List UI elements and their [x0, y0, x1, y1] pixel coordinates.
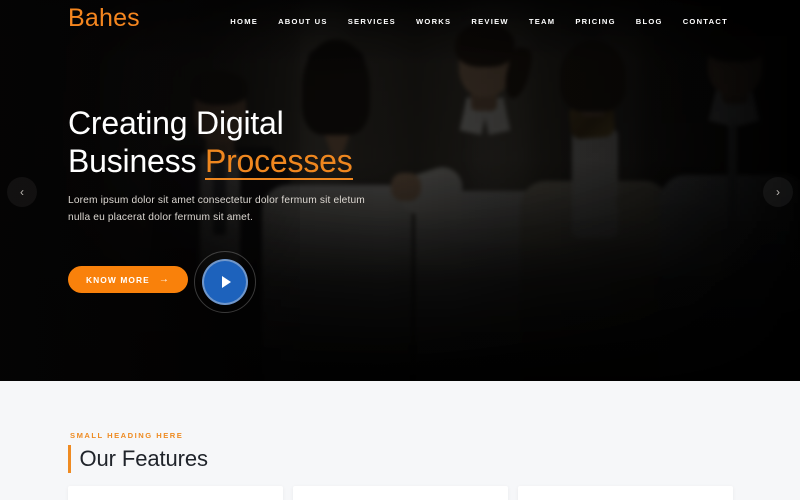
hero-paragraph: Lorem ipsum dolor sit amet consectetur d…	[68, 194, 365, 223]
hero-content: Creating Digital Business Processes Lore…	[68, 104, 408, 313]
slider-next-button[interactable]: ›	[763, 177, 793, 207]
hero-cta-row: KNOW MORE →	[68, 247, 408, 313]
nav-item-review[interactable]: REVIEW	[461, 17, 518, 26]
page-root: Bahes HOME ABOUT US SERVICES WORKS REVIE…	[0, 0, 800, 500]
feature-card-2[interactable]	[292, 486, 508, 500]
nav-item-contact[interactable]: CONTACT	[673, 17, 738, 26]
know-more-label: KNOW MORE	[86, 274, 150, 285]
chevron-left-icon: ‹	[20, 185, 24, 199]
slider-prev-button[interactable]: ‹	[7, 177, 37, 207]
site-logo[interactable]: Bahes	[68, 6, 140, 31]
play-video-button[interactable]	[201, 258, 248, 305]
nav-item-team[interactable]: TEAM	[519, 17, 566, 26]
nav-menu: HOME ABOUT US SERVICES WORKS REVIEW TEAM…	[220, 17, 738, 26]
chevron-right-icon: ›	[776, 185, 780, 199]
arrow-right-icon: →	[158, 273, 170, 285]
hero-section: Bahes HOME ABOUT US SERVICES WORKS REVIE…	[0, 0, 800, 381]
nav-item-about-us[interactable]: ABOUT US	[268, 17, 338, 26]
hero-heading-line2-prefix: Business	[68, 143, 205, 180]
features-title: Our Features	[79, 446, 209, 471]
nav-item-blog[interactable]: BLOG	[626, 17, 673, 26]
feature-card-1[interactable]	[67, 486, 283, 500]
nav-item-pricing[interactable]: PRICING	[565, 17, 625, 26]
features-card-row	[0, 486, 800, 500]
video-play-wrapper	[193, 250, 256, 313]
nav-item-home[interactable]: HOME	[220, 17, 268, 26]
features-title-accent-bar	[68, 445, 71, 473]
features-section: SMALL HEADING HERE Our Features	[0, 381, 800, 500]
hero-heading-line1: Creating Digital	[68, 105, 284, 141]
features-title-wrapper: Our Features	[68, 445, 208, 473]
feature-card-3[interactable]	[517, 486, 733, 500]
nav-item-works[interactable]: WORKS	[406, 17, 461, 26]
know-more-button[interactable]: KNOW MORE →	[68, 266, 188, 294]
play-icon	[221, 275, 231, 288]
nav-item-services[interactable]: SERVICES	[338, 17, 406, 26]
hero-heading: Creating Digital Business Processes	[68, 104, 408, 181]
hero-heading-accent: Processes	[204, 143, 353, 181]
features-eyebrow: SMALL HEADING HERE	[70, 431, 184, 440]
main-navigation: Bahes HOME ABOUT US SERVICES WORKS REVIE…	[0, 0, 800, 46]
